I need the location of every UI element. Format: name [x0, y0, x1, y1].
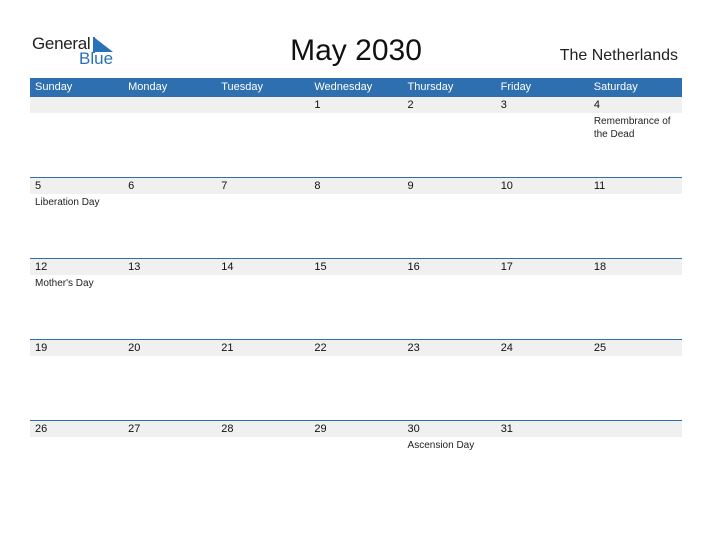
day-number: 6 [128, 180, 135, 192]
day-cell: 28 [216, 421, 309, 501]
day-cell: 4 Remembrance of the Dead [589, 97, 682, 177]
day-cell: 13 [123, 259, 216, 339]
weekday-header: Sunday Monday Tuesday Wednesday Thursday… [30, 78, 682, 96]
day-number: 31 [500, 423, 513, 435]
day-number: 4 [593, 99, 600, 111]
weekday-wednesday: Wednesday [314, 81, 373, 93]
day-number: 28 [221, 423, 234, 435]
day-number: 27 [128, 423, 141, 435]
day-number: 22 [314, 342, 327, 354]
day-number: 29 [314, 423, 327, 435]
week-row: 19 20 21 22 23 24 25 [30, 339, 682, 420]
day-cell: 23 [403, 340, 496, 420]
day-number: 21 [221, 342, 234, 354]
day-cell: 8 [309, 178, 402, 258]
day-cell: 19 [30, 340, 123, 420]
day-number: 20 [128, 342, 141, 354]
day-cell: 29 [309, 421, 402, 501]
day-number: 5 [35, 180, 42, 192]
weekday-sunday: Sunday [35, 81, 73, 93]
day-number: 23 [407, 342, 420, 354]
day-cell: 30 Ascension Day [403, 421, 496, 501]
day-cell: 31 [496, 421, 589, 501]
day-cell: 3 [496, 97, 589, 177]
day-cell: 15 [309, 259, 402, 339]
day-cell: 27 [123, 421, 216, 501]
day-cell: 16 [403, 259, 496, 339]
day-number: 14 [221, 261, 234, 273]
weekday-tuesday: Tuesday [221, 81, 264, 93]
day-number: 12 [35, 261, 48, 273]
week-row: 5 Liberation Day 6 7 8 9 10 11 [30, 177, 682, 258]
day-number: 9 [407, 180, 414, 192]
weekday-saturday: Saturday [593, 81, 638, 93]
day-cell [589, 421, 682, 501]
holiday-label: Remembrance of the Dead [593, 116, 671, 140]
weekday-friday: Friday [500, 81, 532, 93]
day-cell: 25 [589, 340, 682, 420]
day-number: 15 [314, 261, 327, 273]
country-label: The Netherlands [559, 47, 678, 64]
day-cell: 12 Mother's Day [30, 259, 123, 339]
day-cell: 1 [309, 97, 402, 177]
day-cell: 17 [496, 259, 589, 339]
day-cell [216, 97, 309, 177]
day-number: 25 [593, 342, 607, 354]
day-cell: 18 [589, 259, 682, 339]
holiday-label: Ascension Day [407, 440, 475, 451]
day-cell [30, 97, 123, 177]
day-number: 13 [128, 261, 141, 273]
day-number: 18 [593, 261, 607, 273]
day-number: 3 [500, 99, 507, 111]
day-cell: 26 [30, 421, 123, 501]
week-row: 1 2 3 4 Remembrance of the Dead [30, 96, 682, 177]
week-row: 12 Mother's Day 13 14 15 16 17 18 [30, 258, 682, 339]
day-number: 11 [593, 180, 606, 192]
week-row: 26 27 28 29 30 Ascension Day 31 [30, 420, 682, 501]
day-number: 8 [314, 180, 321, 192]
day-number: 19 [35, 342, 48, 354]
day-number: 7 [221, 180, 228, 192]
day-cell: 10 [496, 178, 589, 258]
weekday-monday: Monday [128, 81, 168, 93]
holiday-label: Liberation Day [35, 197, 100, 208]
day-number: 26 [35, 423, 48, 435]
day-number: 2 [407, 99, 414, 111]
day-cell: 6 [123, 178, 216, 258]
day-number: 16 [407, 261, 420, 273]
day-cell: 14 [216, 259, 309, 339]
day-number: 17 [500, 261, 513, 273]
day-number: 10 [500, 180, 513, 192]
day-cell: 9 [403, 178, 496, 258]
day-number: 24 [500, 342, 513, 354]
day-cell: 20 [123, 340, 216, 420]
day-cell: 24 [496, 340, 589, 420]
day-cell: 7 [216, 178, 309, 258]
day-cell [123, 97, 216, 177]
day-cell: 11 [589, 178, 682, 258]
day-cell: 22 [309, 340, 402, 420]
holiday-label: Mother's Day [35, 278, 94, 289]
day-cell: 2 [403, 97, 496, 177]
day-number: 1 [314, 99, 321, 111]
day-cell: 21 [216, 340, 309, 420]
day-cell: 5 Liberation Day [30, 178, 123, 258]
day-number: 30 [407, 423, 420, 435]
weekday-thursday: Thursday [407, 81, 454, 93]
